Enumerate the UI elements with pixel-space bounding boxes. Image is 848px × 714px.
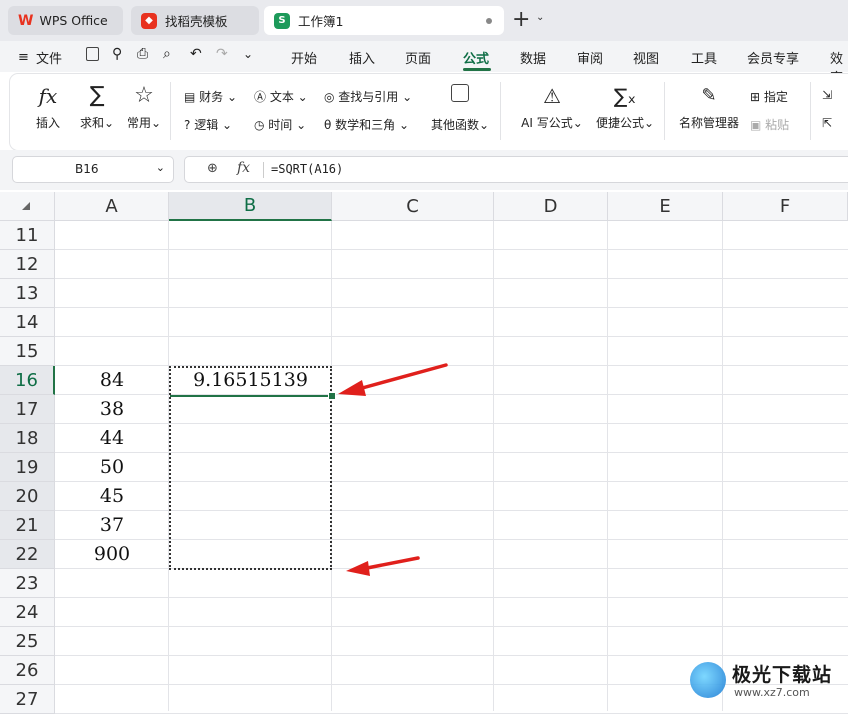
annotation-arrows <box>338 363 448 576</box>
arrow-upper <box>338 363 448 396</box>
watermark: 极光下载站 www.xz7.com <box>690 656 848 708</box>
arrow-lower <box>346 556 420 576</box>
watermark-logo-icon <box>690 662 726 698</box>
watermark-url: www.xz7.com <box>734 686 810 699</box>
watermark-text: 极光下载站 <box>732 664 833 686</box>
